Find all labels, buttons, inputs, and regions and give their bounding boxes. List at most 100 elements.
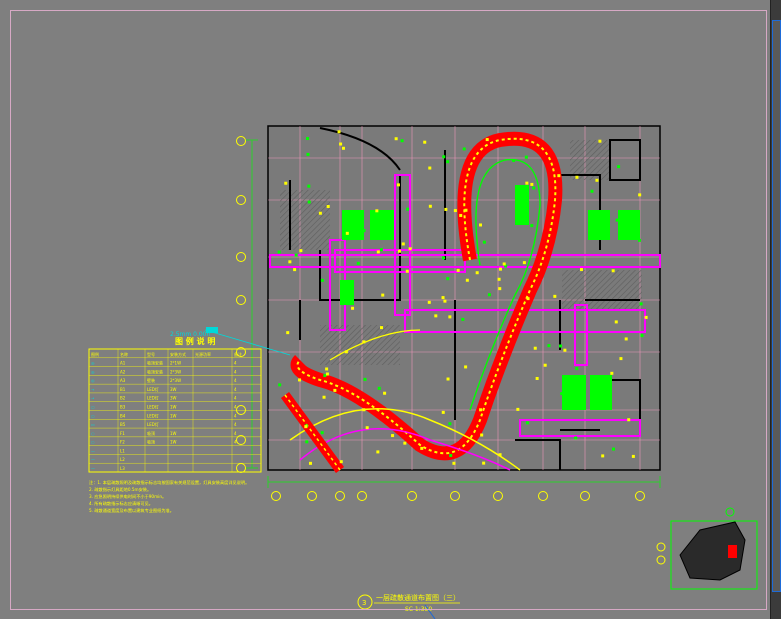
fixture-dot [465,278,469,282]
fixture-dot [525,181,529,185]
fixture-dot [479,408,483,412]
scrollbar-thumb[interactable] [772,20,781,592]
fixture-dot [615,218,619,222]
fixture-dot [575,367,579,371]
fixture-dot [397,249,401,253]
legend-cell: → [91,396,95,401]
fixture-dot [298,378,302,382]
fixture-dot [446,277,450,281]
fixture-dot [383,391,387,395]
fixture-dot [400,139,404,143]
fixture-dot [446,160,450,164]
fixture-dot [590,189,594,193]
left-axis-bubbles [236,136,246,473]
legend-cell: ▭ [91,422,95,427]
note-line: 2. 疏散指示灯具距地0.5m安装。 [89,486,151,493]
legend-cell: 4 [234,378,237,383]
fixture-dot [434,314,438,318]
fixture-dot [305,440,309,444]
axis-bubble [450,491,460,501]
fixture-dot [420,446,424,450]
legend-cell: 吸顶 [147,440,155,445]
drawing-notes: 注：1. 本层疏散照明及疏散指示标志均按国家有关规范设置，灯具安装高度详见说明。… [89,479,249,514]
legend-cell: L1 [120,448,125,453]
legend-cell: ▭ [91,405,95,410]
fixture-dot [344,350,348,354]
fixture-dot [286,331,290,335]
fixture-dot [337,130,341,134]
fixture-dot [333,388,337,392]
cad-drawing-canvas[interactable]: 2.5mm 0.00h 图 例 说 明 图例 名称 型号 安装方式 光源功率 备注◎ A1 吸… [0,0,781,619]
fixture-dot [512,158,516,162]
legend-cell: B4 [120,413,126,418]
fixture-dot [363,377,367,381]
fixture-dot [522,261,526,265]
fixture-dot [379,248,383,252]
fixture-dot [497,277,501,281]
note-line: 3. 应急照明持续供电时间不小于90min。 [89,493,166,500]
fixture-dot [559,344,563,348]
drawing-title: 一层疏散通道布置图（三） [376,593,460,602]
axis-bubble [236,405,246,415]
bottom-axis-bubbles [271,491,645,501]
fixture-dot [446,377,450,381]
legend-cell: 壁装 [147,377,155,383]
axis-bubble [236,463,246,473]
key-plan [656,507,758,590]
fixture-dot [516,407,520,411]
legend-cell: 4 [234,369,237,374]
axis-bubble [407,491,417,501]
fixture-dot [442,155,446,159]
fixture-dot [428,204,432,208]
axis-bubble [493,491,503,501]
axis-bubble [236,195,246,205]
fixture-dot [406,207,410,211]
legend-header: 型号 [147,351,155,357]
fixture-dot [441,410,445,414]
fixture-dot [322,395,326,399]
axis-bubble [236,252,246,262]
fixture-dot [380,326,384,330]
fixture-dot [525,421,529,425]
note-line: 5. 疏散通道宽度及布置以建筑专业图纸为准。 [89,507,174,514]
fixture-dot [362,408,366,412]
legend-cell: F2 [120,440,125,445]
legend-cell: B5 [120,422,126,427]
legend-cell: 2*3W [170,378,181,383]
axis-bubble [271,491,281,501]
fixture-dot [557,174,561,178]
legend-cell: 3W [170,387,177,392]
fixture-dot [428,166,432,170]
fixture-dot [601,454,605,458]
legend-cell: — [91,457,95,462]
legend-header: 图例 [91,351,99,357]
fixture-dot [448,315,452,319]
legend-cell: ◎ [91,361,95,366]
fixture-dot [619,357,623,361]
fixture-dot [614,320,618,324]
legend-cell: LED灯 [147,404,159,410]
legend-cell: 4 [234,431,237,436]
fixture-dot [475,271,479,275]
axis-bubble [538,491,548,501]
fixture-dot [362,229,366,233]
fixture-dot [351,306,355,310]
fixture-dot [530,224,534,228]
fixture-dot [644,315,648,319]
fixture-dot [318,211,322,215]
legend-table: 2.5mm 0.00h 图 例 说 明 图例 名称 型号 安装方式 光源功率 备注◎ A1 吸… [88,331,262,473]
legend-cell: 4 [234,396,237,401]
legend-cell: ◎ [91,369,95,374]
fixture-dot [462,147,466,151]
fixture-dot [307,200,311,204]
fixture-dot [325,367,329,371]
fixture-dot [391,434,395,438]
vertical-scrollbar[interactable] [770,0,781,619]
legend-cell: 4 [234,361,237,366]
fixture-dot [341,146,345,150]
fixture-dot [376,450,380,454]
fixture-dot [631,454,635,458]
legend-title: 图 例 说 明 [175,336,215,346]
fixture-dot [453,209,457,213]
fixture-dot [498,453,502,457]
